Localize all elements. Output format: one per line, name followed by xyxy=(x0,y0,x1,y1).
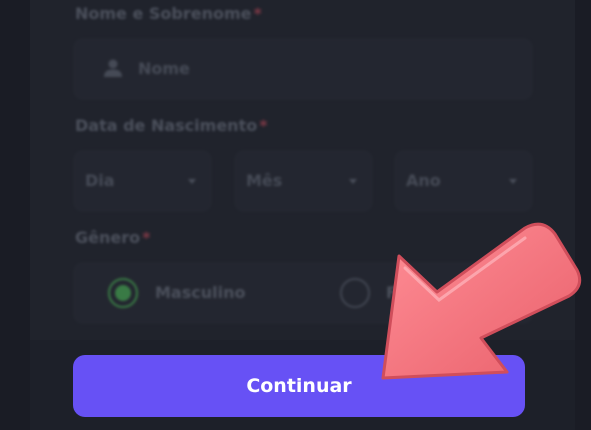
gender-option-label: Masculino xyxy=(155,283,246,302)
month-select[interactable]: Mês xyxy=(234,150,373,212)
gender-option-masculino[interactable]: Masculino xyxy=(73,262,298,324)
chevron-down-icon xyxy=(509,179,517,184)
required-mark: * xyxy=(253,4,262,23)
required-mark: * xyxy=(142,228,151,247)
day-select[interactable]: Dia xyxy=(73,150,212,212)
left-backdrop xyxy=(0,0,30,430)
year-select[interactable]: Ano xyxy=(394,150,533,212)
year-select-value: Ano xyxy=(406,171,441,190)
day-select-value: Dia xyxy=(85,171,115,190)
chevron-down-icon xyxy=(349,179,357,184)
gender-label: Gênero * xyxy=(75,228,151,247)
birth-label: Data de Nascimento * xyxy=(75,116,268,135)
month-select-value: Mês xyxy=(246,171,283,190)
required-mark: * xyxy=(259,116,268,135)
radio-unselected-icon xyxy=(340,278,370,308)
pointer-arrow-icon xyxy=(381,222,582,380)
name-label: Nome e Sobrenome * xyxy=(75,4,262,23)
name-placeholder: Nome xyxy=(138,59,190,78)
radio-selected-icon xyxy=(108,278,138,308)
user-icon xyxy=(104,59,122,77)
name-input[interactable]: Nome xyxy=(73,38,533,100)
chevron-down-icon xyxy=(188,179,196,184)
